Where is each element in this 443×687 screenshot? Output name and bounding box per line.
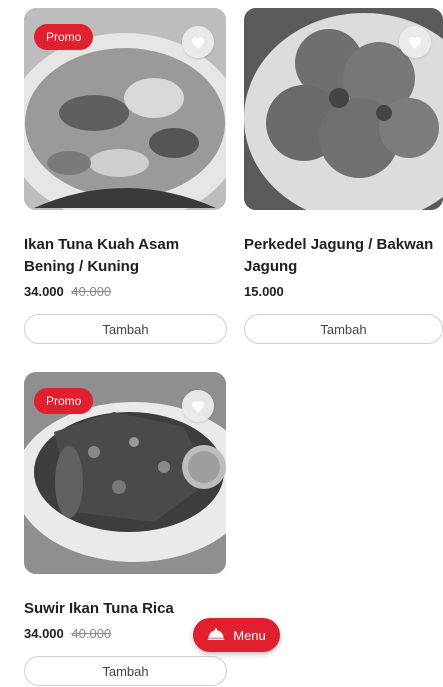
menu-fab-button[interactable]: Menu <box>193 618 280 652</box>
current-price: 34.000 <box>24 626 64 641</box>
menu-item-card[interactable]: Perkedel Jagung / Bakwan Jagung 15.000 <box>244 8 443 302</box>
heart-icon[interactable] <box>182 390 214 422</box>
promo-badge: Promo <box>34 388 94 414</box>
current-price: 34.000 <box>24 284 64 299</box>
menu-item-card[interactable]: Promo Suwir Ikan Tuna Rica 34.000 40.000 <box>24 372 226 644</box>
food-photo[interactable]: Promo <box>24 8 226 210</box>
current-price: 15.000 <box>244 284 284 299</box>
menu-label: Menu <box>233 627 266 643</box>
add-button[interactable]: Tambah <box>24 314 227 344</box>
original-price: 40.000 <box>71 626 112 641</box>
food-photo[interactable] <box>244 8 443 210</box>
add-button[interactable]: Tambah <box>24 656 227 686</box>
promo-badge: Promo <box>34 24 94 50</box>
add-button[interactable]: Tambah <box>244 314 443 344</box>
original-price: 40.000 <box>71 284 112 299</box>
cloche-icon <box>207 627 225 644</box>
item-price: 34.000 40.000 <box>24 284 226 302</box>
item-title: Suwir Ikan Tuna Rica <box>24 600 174 617</box>
item-title: Perkedel Jagung / Bakwan Jagung <box>244 236 434 275</box>
item-title: Ikan Tuna Kuah Asam Bening / Kuning <box>24 236 180 275</box>
heart-icon[interactable] <box>182 26 214 58</box>
heart-icon[interactable] <box>399 26 431 58</box>
menu-item-card[interactable]: Promo Ikan Tuna Kuah Asam Bening / Kunin… <box>24 8 226 302</box>
food-photo[interactable]: Promo <box>24 372 226 574</box>
item-price: 15.000 <box>244 284 443 302</box>
